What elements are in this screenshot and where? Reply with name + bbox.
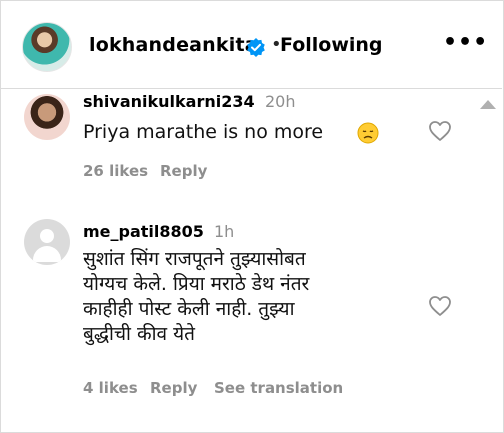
comment-likes-count[interactable]: 4 likes <box>83 379 138 397</box>
reply-button[interactable]: Reply <box>150 379 197 397</box>
comment-avatar-default[interactable] <box>24 219 70 265</box>
avatar-head-shape <box>40 229 54 243</box>
comment-text-line: सुशांत सिंग राजपूतने तुझ्यासोबत <box>83 248 306 270</box>
comment-text: Priya marathe is no more <box>83 121 324 143</box>
post-header: lokhandeankita • Following ••• <box>0 0 502 89</box>
more-options-icon[interactable]: ••• <box>443 30 488 55</box>
following-button[interactable]: Following <box>280 34 383 56</box>
comment-text-line: बुद्धीची कीव येते <box>83 323 195 345</box>
comment-likes-count[interactable]: 26 likes <box>83 162 148 180</box>
header-username[interactable]: lokhandeankita <box>89 34 258 56</box>
comment-time: 1h <box>214 222 235 241</box>
comment-username[interactable]: me_patil8805 <box>83 222 204 241</box>
comment-text-line: योग्यच केले. प्रिया मराठे डेथ नंतर <box>83 273 310 295</box>
comment-time: 20h <box>265 92 296 111</box>
disappointed-face-icon <box>357 122 379 144</box>
verified-badge-icon <box>247 38 265 57</box>
like-heart-icon[interactable] <box>428 295 452 317</box>
comment-text-block: सुशांत सिंग राजपूतने तुझ्यासोबत योग्यच क… <box>83 247 413 347</box>
see-translation-link[interactable]: See translation <box>214 379 343 397</box>
profile-avatar[interactable] <box>22 22 72 72</box>
reply-button[interactable]: Reply <box>160 162 207 180</box>
comment-text-line: काहीही पोस्ट केली नाही. तुझ्या <box>83 298 295 320</box>
comment-avatar[interactable] <box>24 94 70 140</box>
comment-username[interactable]: shivanikulkarni234 <box>83 92 255 111</box>
like-heart-icon[interactable] <box>428 120 452 142</box>
avatar-body-shape <box>33 246 61 262</box>
scroll-up-arrow-icon[interactable] <box>480 100 496 109</box>
